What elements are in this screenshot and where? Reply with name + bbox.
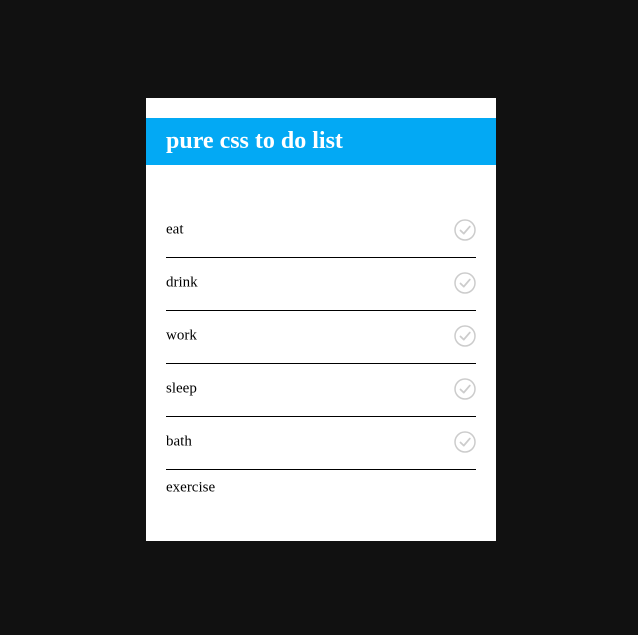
todo-item-label: eat — [166, 221, 184, 238]
todo-item-eat[interactable]: eat — [166, 205, 476, 258]
todo-card: pure css to do list eat drink work sleep… — [146, 98, 496, 541]
page-title: pure css to do list — [166, 128, 343, 154]
check-circle-icon[interactable] — [454, 272, 476, 294]
todo-item-exercise[interactable]: exercise — [166, 470, 476, 522]
todo-item-label: work — [166, 327, 197, 344]
todo-item-label: drink — [166, 274, 198, 291]
todo-item-label: exercise — [166, 479, 216, 496]
todo-list: eat drink work sleep bath exercise — [166, 205, 476, 522]
todo-item-drink[interactable]: drink — [166, 258, 476, 311]
check-circle-icon[interactable] — [454, 219, 476, 241]
todo-item-bath[interactable]: bath — [166, 417, 476, 470]
todo-item-label: bath — [166, 433, 192, 450]
check-circle-icon[interactable] — [454, 325, 476, 347]
todo-item-label: sleep — [166, 380, 197, 397]
check-circle-icon[interactable] — [454, 431, 476, 453]
check-circle-icon[interactable] — [454, 378, 476, 400]
todo-item-work[interactable]: work — [166, 311, 476, 364]
header-bar: pure css to do list — [146, 118, 496, 165]
todo-item-sleep[interactable]: sleep — [166, 364, 476, 417]
